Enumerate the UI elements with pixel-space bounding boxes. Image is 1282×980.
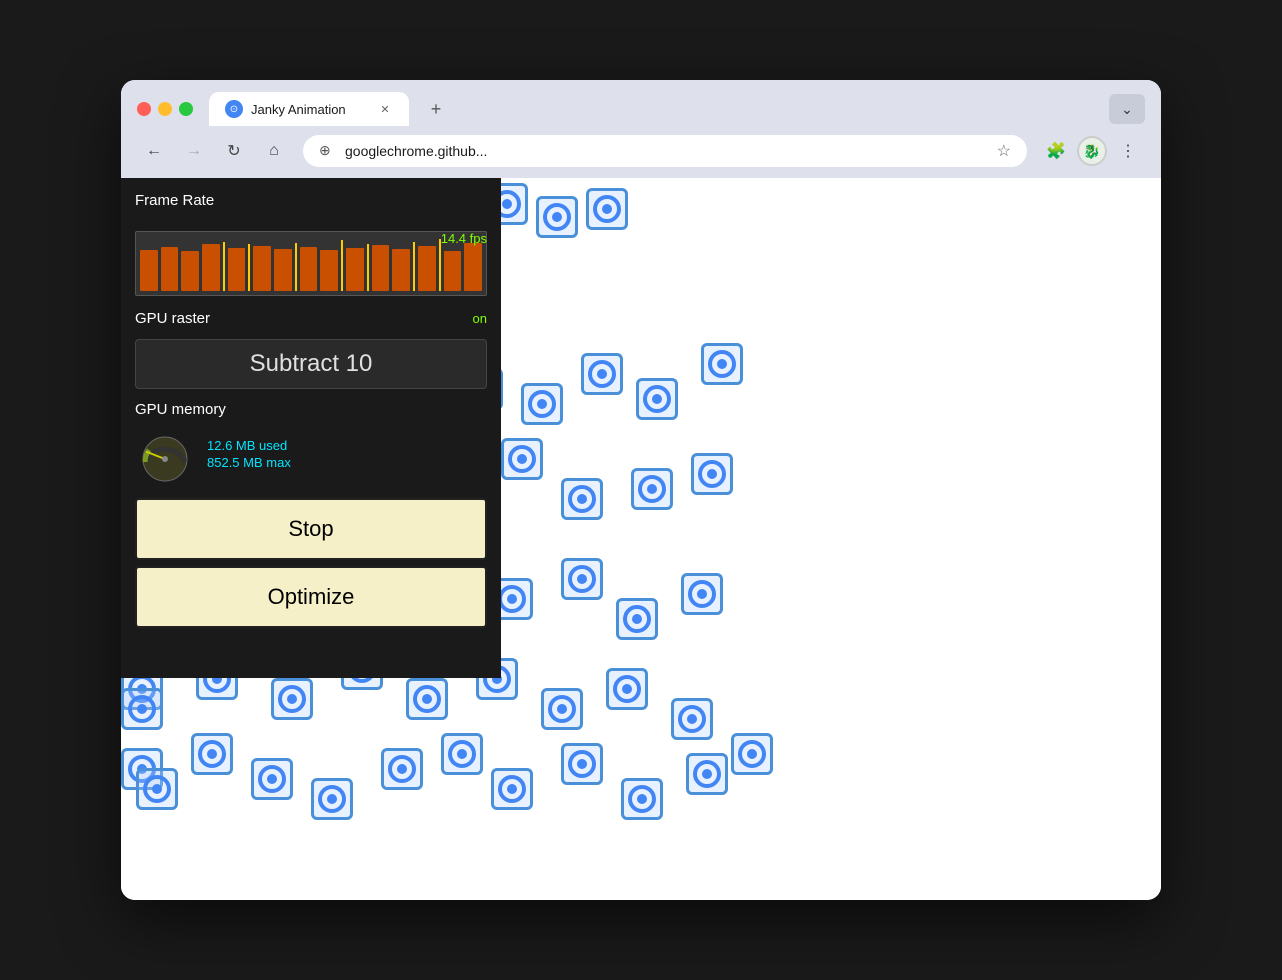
gpu-raster-section: GPU raster on bbox=[135, 310, 487, 327]
fps-bar-7 bbox=[274, 249, 292, 291]
chrome-icon-55 bbox=[381, 748, 423, 790]
maximize-button[interactable] bbox=[179, 102, 193, 116]
chrome-icon-15 bbox=[521, 383, 563, 425]
gpu-memory-label: GPU memory bbox=[135, 401, 487, 418]
fps-bar-2 bbox=[161, 247, 179, 291]
address-text: googlechrome.github... bbox=[345, 143, 989, 159]
chrome-icon-52 bbox=[191, 733, 233, 775]
fps-display: 14.4 fps bbox=[135, 231, 487, 296]
fps-bar-13 bbox=[418, 246, 436, 291]
title-bar: ⊙ Janky Animation ✕ + ⌄ bbox=[121, 80, 1161, 126]
gpu-memory-section: GPU memory bbox=[135, 401, 487, 484]
chrome-icon-59 bbox=[621, 778, 663, 820]
chrome-icon-39 bbox=[681, 573, 723, 615]
fps-bar-11 bbox=[372, 245, 390, 291]
subtract-display: Subtract 10 bbox=[135, 339, 487, 389]
fps-bar-14 bbox=[444, 251, 462, 291]
subtract-text: Subtract 10 bbox=[250, 350, 373, 377]
traffic-lights bbox=[137, 102, 193, 116]
menu-button[interactable]: ⋮ bbox=[1111, 134, 1145, 168]
perf-overlay-panel: Frame Rate 14.4 fps bbox=[121, 178, 501, 678]
fps-bar-line-1 bbox=[223, 242, 225, 292]
content-area: Frame Rate 14.4 fps bbox=[121, 178, 1161, 900]
tab-title: Janky Animation bbox=[251, 102, 369, 117]
memory-max-value: 852.5 MB max bbox=[207, 455, 291, 470]
new-tab-button[interactable]: + bbox=[421, 94, 451, 124]
fps-bar-line-4 bbox=[341, 240, 343, 291]
fps-bar-12 bbox=[392, 249, 410, 291]
chrome-icon-17 bbox=[636, 378, 678, 420]
chrome-icon-61 bbox=[731, 733, 773, 775]
active-tab[interactable]: ⊙ Janky Animation ✕ bbox=[209, 92, 409, 126]
fps-bar-10 bbox=[346, 248, 364, 291]
close-button[interactable] bbox=[137, 102, 151, 116]
action-buttons: Stop Optimize bbox=[135, 498, 487, 628]
chrome-icon-5 bbox=[536, 196, 578, 238]
extensions-button[interactable]: 🧩 bbox=[1039, 134, 1073, 168]
chrome-icon-45 bbox=[406, 678, 448, 720]
chrome-icon-54 bbox=[311, 778, 353, 820]
chrome-icon-58 bbox=[561, 743, 603, 785]
gpu-raster-label: GPU raster bbox=[135, 310, 210, 327]
fps-bar-line-3 bbox=[295, 243, 297, 291]
fps-bar-line-2 bbox=[248, 244, 250, 291]
chrome-icon-26 bbox=[501, 438, 543, 480]
fps-bar-4 bbox=[202, 244, 220, 291]
navigation-bar: ← → ↻ ⌂ ⊕ googlechrome.github... ☆ 🧩 🐉 ⋮ bbox=[121, 126, 1161, 178]
back-button[interactable]: ← bbox=[137, 134, 171, 168]
fps-bar-9 bbox=[320, 250, 338, 291]
fps-bar-3 bbox=[181, 251, 199, 291]
memory-gauge bbox=[135, 424, 195, 484]
fps-value: 14.4 fps bbox=[441, 231, 487, 246]
chrome-icon-6 bbox=[586, 188, 628, 230]
tab-menu-button[interactable]: ⌄ bbox=[1109, 94, 1145, 124]
memory-used-value: 12.6 MB used bbox=[207, 438, 291, 453]
chrome-icon-16 bbox=[581, 353, 623, 395]
chrome-icon-18 bbox=[701, 343, 743, 385]
fps-bar-6 bbox=[253, 246, 271, 291]
frame-rate-label: Frame Rate bbox=[135, 192, 487, 209]
chrome-icon-29 bbox=[691, 453, 733, 495]
chrome-icon-38 bbox=[616, 598, 658, 640]
chrome-icon-43 bbox=[271, 678, 313, 720]
chrome-icon-47 bbox=[541, 688, 583, 730]
chrome-icon-27 bbox=[561, 478, 603, 520]
chrome-icon-41 bbox=[121, 688, 163, 730]
chrome-icon-57 bbox=[491, 768, 533, 810]
minimize-button[interactable] bbox=[158, 102, 172, 116]
fps-bar-5 bbox=[228, 248, 246, 291]
stop-button[interactable]: Stop bbox=[135, 498, 487, 560]
fps-bar-line-7 bbox=[439, 239, 441, 291]
tab-close-button[interactable]: ✕ bbox=[377, 101, 393, 117]
fps-bar-15 bbox=[464, 243, 482, 291]
gpu-raster-status: on bbox=[473, 311, 487, 326]
fps-bar-line-6 bbox=[413, 242, 415, 291]
chrome-icon-28 bbox=[631, 468, 673, 510]
profile-avatar[interactable]: 🐉 bbox=[1077, 136, 1107, 166]
chrome-icon-53 bbox=[251, 758, 293, 800]
fps-bar-1 bbox=[140, 250, 158, 291]
chrome-icon-51 bbox=[136, 768, 178, 810]
browser-window: ⊙ Janky Animation ✕ + ⌄ ← → ↻ ⌂ ⊕ google… bbox=[121, 80, 1161, 900]
chrome-icon-60 bbox=[686, 753, 728, 795]
reload-button[interactable]: ↻ bbox=[217, 134, 251, 168]
forward-button[interactable]: → bbox=[177, 134, 211, 168]
chrome-icon-48 bbox=[606, 668, 648, 710]
security-icon: ⊕ bbox=[319, 142, 337, 160]
tab-favicon: ⊙ bbox=[225, 100, 243, 118]
optimize-button[interactable]: Optimize bbox=[135, 566, 487, 628]
chrome-icon-49 bbox=[671, 698, 713, 740]
fps-bar-chart bbox=[135, 231, 487, 296]
chrome-icon-56 bbox=[441, 733, 483, 775]
nav-right-controls: 🧩 🐉 ⋮ bbox=[1039, 134, 1145, 168]
bookmark-icon[interactable]: ☆ bbox=[997, 141, 1011, 161]
memory-values: 12.6 MB used 852.5 MB max bbox=[207, 438, 291, 470]
address-bar[interactable]: ⊕ googlechrome.github... ☆ bbox=[303, 135, 1027, 167]
chrome-icon-37 bbox=[561, 558, 603, 600]
fps-bar-8 bbox=[300, 247, 318, 291]
fps-bar-line-5 bbox=[367, 244, 369, 291]
home-button[interactable]: ⌂ bbox=[257, 134, 291, 168]
